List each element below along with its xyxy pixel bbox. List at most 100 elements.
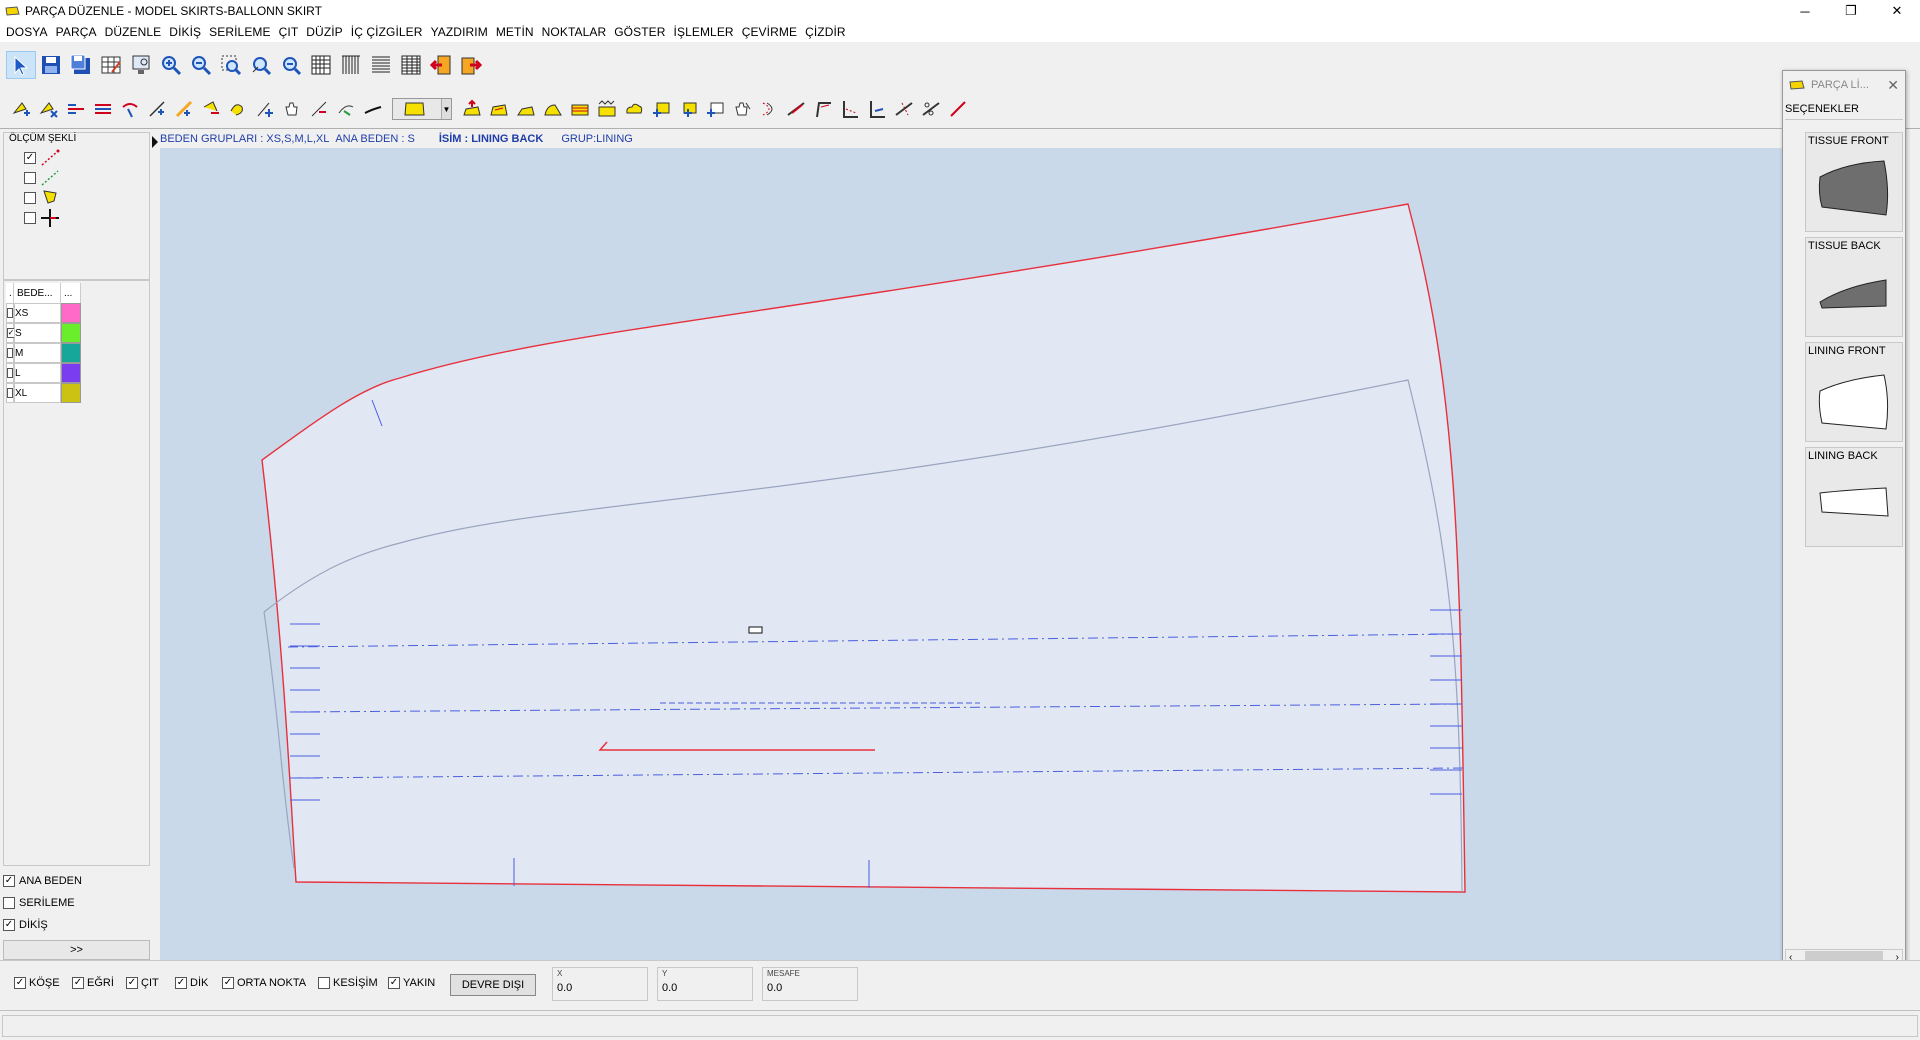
tool-add-point[interactable] (8, 97, 35, 121)
options-label[interactable]: SEÇENEKLER (1785, 103, 1859, 115)
snap-kose-checkbox[interactable]: ✓ (14, 977, 26, 989)
size-color-m[interactable] (61, 343, 81, 363)
zoom-out-button[interactable] (186, 51, 216, 79)
serileme-checkbox[interactable] (3, 897, 15, 909)
tool-scissors[interactable] (917, 97, 944, 121)
restore-button[interactable]: ❐ (1828, 0, 1874, 22)
panel-splitter[interactable] (150, 130, 160, 960)
size-row-m[interactable]: M (6, 343, 81, 363)
menu-noktalar[interactable]: NOKTALAR (538, 25, 611, 39)
menu-goster[interactable]: GÖSTER (610, 25, 669, 39)
tool-pen-line[interactable] (359, 97, 386, 121)
tool-piece-lines[interactable] (566, 97, 593, 121)
print-preview-button[interactable] (126, 51, 156, 79)
tool-piece-add[interactable] (647, 97, 674, 121)
size-row-s[interactable]: ✓ S (6, 323, 81, 343)
table-grid-button[interactable] (396, 51, 426, 79)
horizontal-lines-button[interactable] (366, 51, 396, 79)
menu-parca[interactable]: PARÇA (52, 25, 101, 39)
tool-dart[interactable] (782, 97, 809, 121)
size-checkbox-l[interactable] (7, 368, 13, 378)
snap-yakin-checkbox[interactable]: ✓ (388, 977, 400, 989)
menu-serileme[interactable]: SERİLEME (205, 25, 275, 39)
tool-align[interactable] (89, 97, 116, 121)
import-button[interactable] (456, 51, 486, 79)
size-header-name[interactable]: BEDE... (14, 283, 61, 303)
tool-curve-add[interactable] (170, 97, 197, 121)
tool-hand-move[interactable] (278, 97, 305, 121)
size-checkbox-m[interactable] (7, 348, 13, 358)
shape-select-dropdown[interactable]: ▼ (392, 98, 452, 120)
exit-button[interactable] (426, 51, 456, 79)
zoom-all-button[interactable] (276, 51, 306, 79)
tool-move-point[interactable] (62, 97, 89, 121)
zoom-window-button[interactable] (216, 51, 246, 79)
menu-metin[interactable]: METİN (492, 25, 538, 39)
tool-dart-2[interactable] (809, 97, 836, 121)
tool-piece-3[interactable] (512, 97, 539, 121)
snap-egri-checkbox[interactable]: ✓ (72, 977, 84, 989)
zoom-fit-button[interactable] (246, 51, 276, 79)
tool-mirror[interactable] (224, 97, 251, 121)
measure-checkbox-2[interactable] (24, 172, 36, 184)
tool-notch-add[interactable] (251, 97, 278, 121)
tool-hand-piece[interactable] (728, 97, 755, 121)
size-color-s[interactable] (61, 323, 81, 343)
pattern-canvas[interactable]: BEDEN GRUPLARI : XS,S,M,L,XL ANA BEDEN :… (160, 130, 1782, 960)
close-icon[interactable]: ✕ (1887, 77, 1899, 94)
size-color-xl[interactable] (61, 383, 81, 403)
option-ana-beden[interactable]: ✓ ANA BEDEN (3, 870, 82, 892)
snap-kesisim[interactable]: KESİŞİM (318, 977, 378, 989)
measure-checkbox-1[interactable]: ✓ (24, 152, 36, 164)
menu-cizdir[interactable]: ÇİZDİR (801, 25, 850, 39)
tool-angle-2[interactable] (863, 97, 890, 121)
size-checkbox-xs[interactable] (7, 308, 13, 318)
tool-piece-cloud[interactable] (620, 97, 647, 121)
measure-checkbox-3[interactable] (24, 192, 36, 204)
snap-cit[interactable]: ✓ ÇIT (126, 977, 159, 989)
dikis-checkbox[interactable]: ✓ (3, 919, 15, 931)
size-row-l[interactable]: L (6, 363, 81, 383)
tool-piece-zigzag[interactable] (593, 97, 620, 121)
menu-dikis[interactable]: DİKİŞ (165, 25, 205, 39)
measure-option-2[interactable] (24, 169, 60, 187)
zoom-in-button[interactable] (156, 51, 186, 79)
tool-line-remove[interactable] (305, 97, 332, 121)
close-window-button[interactable]: ✕ (1874, 0, 1920, 22)
piece-tissue-back[interactable]: TISSUE BACK (1805, 237, 1903, 337)
menu-dosya[interactable]: DOSYA (2, 25, 52, 39)
measure-option-3[interactable] (24, 189, 60, 207)
snap-kose[interactable]: ✓ KÖŞE (14, 977, 60, 989)
expand-panel-button[interactable]: >> (3, 940, 150, 960)
tool-line-point[interactable] (143, 97, 170, 121)
menu-cevirme[interactable]: ÇEVİRME (738, 25, 801, 39)
tool-piece-1[interactable] (458, 97, 485, 121)
option-dikis[interactable]: ✓ DİKİŞ (3, 914, 82, 936)
snap-orta-nokta-checkbox[interactable]: ✓ (222, 977, 234, 989)
vertical-lines-button[interactable] (336, 51, 366, 79)
size-color-l[interactable] (61, 363, 81, 383)
pattern-drawing[interactable] (160, 148, 1782, 960)
measure-option-1[interactable]: ✓ (24, 149, 60, 167)
ana-beden-checkbox[interactable]: ✓ (3, 875, 15, 887)
size-row-xs[interactable]: XS (6, 303, 81, 323)
snap-dik[interactable]: ✓ DİK (175, 977, 208, 989)
tool-dashed-curve[interactable] (755, 97, 782, 121)
tool-cross-line[interactable] (890, 97, 917, 121)
tool-piece-4[interactable] (539, 97, 566, 121)
minimize-button[interactable]: ─ (1782, 0, 1828, 22)
size-row-xl[interactable]: XL (6, 383, 81, 403)
snap-egri[interactable]: ✓ EĞRİ (72, 977, 114, 989)
option-serileme[interactable]: SERİLEME (3, 892, 82, 914)
piece-tissue-front[interactable]: TISSUE FRONT (1805, 132, 1903, 232)
properties-button[interactable] (96, 51, 126, 79)
piece-lining-front[interactable]: LINING FRONT (1805, 342, 1903, 442)
tool-piece-add-2[interactable] (674, 97, 701, 121)
menu-islemler[interactable]: İŞLEMLER (670, 25, 738, 39)
menu-duzenle[interactable]: DÜZENLE (101, 25, 166, 39)
tool-curve-split[interactable] (197, 97, 224, 121)
menu-ic-cizgiler[interactable]: İÇ ÇİZGİLER (347, 25, 427, 39)
menu-duzip[interactable]: DÜZİP (302, 25, 347, 39)
tool-slope[interactable] (332, 97, 359, 121)
save-button[interactable] (36, 51, 66, 79)
